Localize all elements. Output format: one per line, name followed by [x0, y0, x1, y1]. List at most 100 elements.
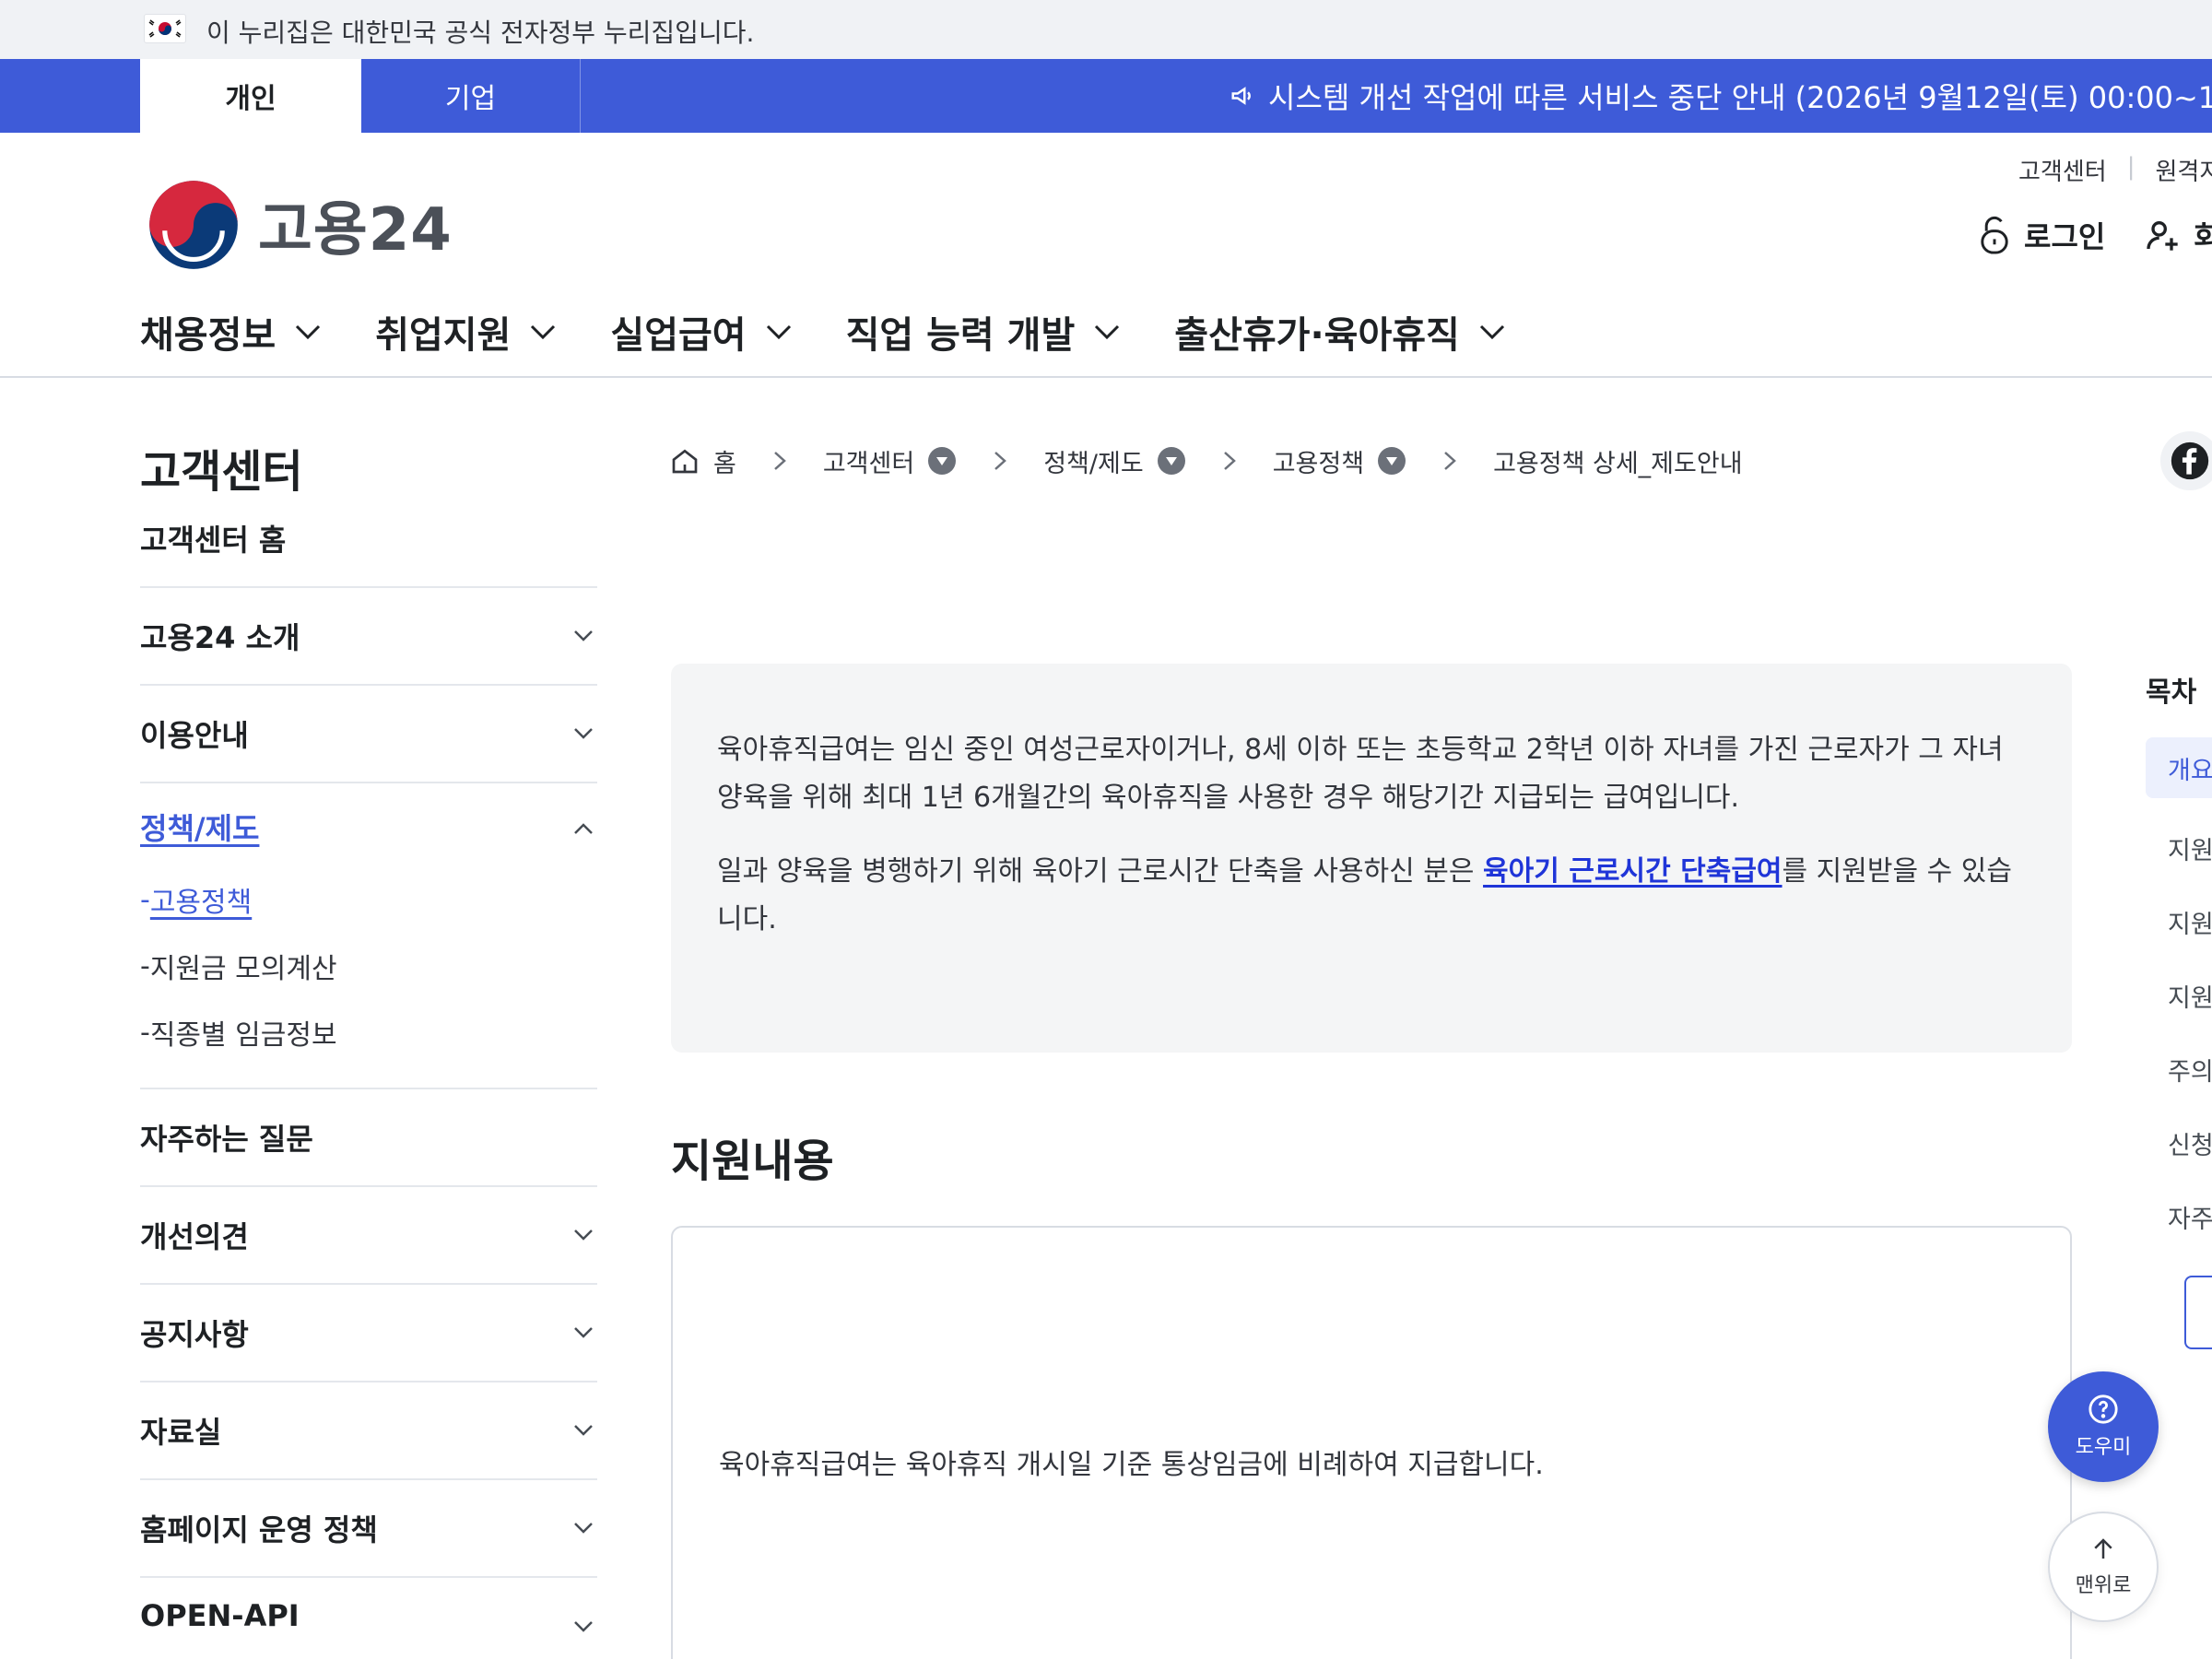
- util-link-remote-support[interactable]: 원격지원: [2155, 153, 2212, 187]
- chevron-up-icon: [574, 823, 593, 834]
- side-nav-item-feedback[interactable]: 개선의견: [140, 1187, 597, 1285]
- nav-item-employment-support[interactable]: 취업지원: [375, 305, 557, 359]
- intro-paragraph-link: 일과 양육을 병행하기 위해 육아기 근로시간 단축을 사용하신 분은 육아기 …: [717, 848, 2026, 944]
- toc-item[interactable]: 주의: [2146, 1032, 2212, 1106]
- breadcrumb-label: 고용정책: [1272, 449, 1365, 478]
- shortened-hours-benefit-link[interactable]: 육아기 근로시간 단축급여: [1483, 855, 1783, 888]
- nav-item-label: 채용정보: [140, 314, 276, 357]
- side-nav-item-notice[interactable]: 공지사항: [140, 1285, 597, 1382]
- toc-item[interactable]: 지원: [2146, 959, 2212, 1032]
- side-nav-sub-label: 직종별 임금정보: [149, 1019, 337, 1052]
- dropdown-circle-icon[interactable]: [927, 446, 957, 476]
- login-button[interactable]: 로그인: [1978, 214, 2105, 256]
- side-nav-submenu: - 고용정책 - 지원금 모의계산 - 직종별 임금정보: [140, 853, 597, 1089]
- breadcrumb-policy[interactable]: 정책/제도: [1043, 443, 1185, 479]
- join-label: 회원가입: [2194, 219, 2212, 254]
- tab-personal[interactable]: 개인: [140, 59, 361, 133]
- megaphone-icon: [1231, 87, 1251, 105]
- support-content-box: 육아휴직급여는 육아휴직 개시일 기준 통상임금에 비례하여 지급합니다.: [671, 1226, 2072, 1659]
- intro-paragraph: 육아휴직급여는 임신 중인 여성근로자이거나, 8세 이하 또는 초등학교 2학…: [717, 734, 2004, 814]
- user-add-icon: [2147, 221, 2178, 251]
- chevron-down-icon: [1095, 324, 1120, 340]
- taegeuk-logo-icon: [149, 181, 238, 269]
- side-nav-item-openapi[interactable]: OPEN-API: [140, 1578, 597, 1633]
- side-nav-item-library[interactable]: 자료실: [140, 1382, 597, 1480]
- side-nav-item-policy[interactable]: 정책/제도: [140, 783, 597, 853]
- arrow-up-icon: [2094, 1538, 2112, 1559]
- side-nav-label: 정책/제도: [140, 811, 260, 846]
- nav-item-label: 실업급여: [610, 314, 747, 357]
- side-nav-item-faq[interactable]: 자주하는 질문: [140, 1089, 597, 1187]
- chevron-down-icon: [574, 1327, 593, 1338]
- nav-item-label: 직업 능력 개발: [845, 314, 1076, 357]
- section-title: 지원내용: [671, 1135, 834, 1187]
- dropdown-circle-icon[interactable]: [1377, 446, 1406, 476]
- chevron-down-icon: [574, 1230, 593, 1241]
- util-link-customer-center[interactable]: 고객센터: [2018, 153, 2107, 187]
- chevron-down-icon: [574, 1621, 593, 1632]
- toc-item[interactable]: 신청: [2146, 1106, 2212, 1180]
- side-nav-label: 고객센터 홈: [140, 523, 287, 558]
- side-nav-label: 홈페이지 운영 정책: [140, 1512, 378, 1547]
- side-nav-item-operation-policy[interactable]: 홈페이지 운영 정책: [140, 1480, 597, 1578]
- side-nav-item-intro[interactable]: 고용24 소개: [140, 588, 597, 686]
- facebook-share-icon[interactable]: [2160, 431, 2212, 490]
- side-nav-label: 이용안내: [140, 718, 249, 753]
- chevron-down-icon: [296, 324, 321, 340]
- login-label: 로그인: [2024, 219, 2106, 254]
- side-nav-label: 공지사항: [140, 1317, 249, 1352]
- toc-title: 목차: [2146, 677, 2197, 709]
- join-button[interactable]: 회원가입: [2144, 214, 2212, 256]
- side-nav-item-guide[interactable]: 이용안내: [140, 686, 597, 783]
- helper-button[interactable]: 도우미: [2048, 1371, 2159, 1482]
- helper-label: 도우미: [2075, 1436, 2132, 1459]
- chevron-right-icon: [994, 451, 1007, 471]
- toc-button[interactable]: [2184, 1276, 2212, 1349]
- breadcrumb-employment-policy[interactable]: 고용정책: [1273, 443, 1406, 479]
- utility-links: 고객센터 | 원격지원: [2018, 153, 2212, 187]
- chevron-down-icon: [574, 728, 593, 739]
- toc-item[interactable]: 개요: [2146, 737, 2212, 798]
- logo-text: 고용24: [258, 196, 453, 265]
- toc-item[interactable]: 지원: [2146, 885, 2212, 959]
- breadcrumb-current: 고용정책 상세_제도안내: [1493, 449, 1743, 478]
- back-to-top-button[interactable]: 맨위로: [2048, 1512, 2159, 1622]
- gov-banner-text: 이 누리집은 대한민국 공식 전자정부 누리집입니다.: [206, 18, 755, 48]
- side-nav: 고객센터 홈 고용24 소개 이용안내 정책/제도 - 고용정책 - 지원금 모의계…: [140, 522, 597, 1633]
- chevron-right-icon: [773, 451, 786, 471]
- side-nav-sub-subsidy-calc[interactable]: - 지원금 모의계산: [140, 933, 597, 999]
- side-nav-label: 고용24 소개: [140, 620, 300, 655]
- service-notice-text: 시스템 개선 작업에 따른 서비스 중단 안내 (2026년 9월12일(토) …: [1268, 80, 2212, 115]
- back-to-top-label: 맨위로: [2075, 1574, 2132, 1597]
- nav-item-unemployment-benefit[interactable]: 실업급여: [610, 305, 792, 359]
- side-nav-sub-employment-policy[interactable]: - 고용정책: [140, 866, 597, 933]
- breadcrumb-home[interactable]: 홈: [669, 443, 736, 479]
- side-nav-item-home[interactable]: 고객센터 홈: [140, 490, 597, 588]
- korea-flag-icon: [144, 14, 186, 43]
- breadcrumb-label: 홈: [713, 449, 736, 478]
- chevron-down-icon: [574, 1523, 593, 1534]
- tab-company[interactable]: 기업: [361, 59, 581, 133]
- chevron-down-icon: [574, 630, 593, 641]
- nav-item-jobs[interactable]: 채용정보: [140, 305, 322, 359]
- dropdown-circle-icon[interactable]: [1157, 446, 1186, 476]
- side-nav-sub-wage-info[interactable]: - 직종별 임금정보: [140, 999, 597, 1065]
- breadcrumb-label: 정책/제도: [1043, 449, 1144, 478]
- breadcrumb: 홈 고객센터 정책/제도 고용정책 고용정책 상세_제도안내: [669, 442, 1743, 479]
- side-nav-sub-label: 지원금 모의계산: [149, 953, 337, 985]
- lock-icon: [1981, 216, 2008, 254]
- support-content-text: 육아휴직급여는 육아휴직 개시일 기준 통상임금에 비례하여 지급합니다.: [719, 1449, 1544, 1481]
- top-bar: 개인 기업 시스템 개선 작업에 따른 서비스 중단 안내 (2026년 9월1…: [0, 59, 2212, 133]
- chevron-down-icon: [1479, 324, 1504, 340]
- nav-item-parental-leave[interactable]: 출산휴가·육아휴직: [1174, 305, 1506, 359]
- chevron-down-icon: [766, 324, 791, 340]
- site-logo[interactable]: 고용24: [146, 177, 453, 273]
- chevron-right-icon: [1443, 451, 1456, 471]
- side-nav-label: 자주하는 질문: [140, 1122, 313, 1157]
- toc-item[interactable]: 자주: [2146, 1180, 2212, 1253]
- service-notice[interactable]: 시스템 개선 작업에 따른 서비스 중단 안내 (2026년 9월12일(토) …: [1230, 59, 2212, 133]
- nav-item-skill-development[interactable]: 직업 능력 개발: [846, 305, 1122, 359]
- toc-item[interactable]: 지원: [2146, 811, 2212, 885]
- side-nav-label: 개선의견: [140, 1219, 249, 1254]
- breadcrumb-customer-center[interactable]: 고객센터: [823, 443, 957, 479]
